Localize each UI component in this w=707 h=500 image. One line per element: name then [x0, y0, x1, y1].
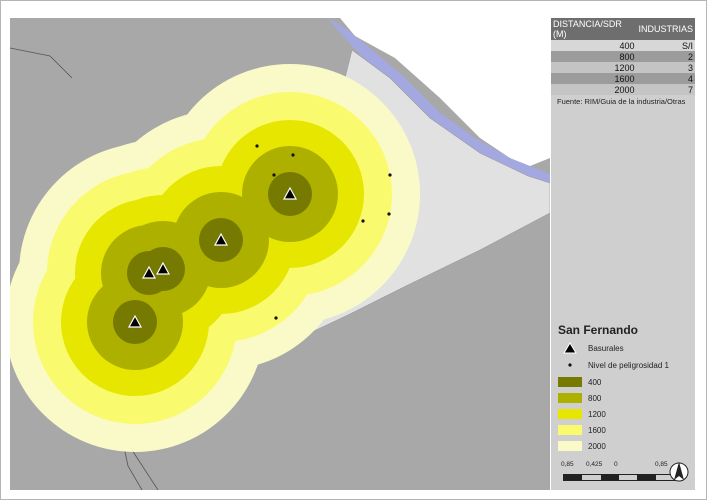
- map-canvas[interactable]: [10, 18, 550, 490]
- legend-item-800: 800: [558, 391, 601, 405]
- table-row: 800 2: [551, 51, 695, 62]
- scale-label: 0,85: [561, 461, 574, 468]
- legend-swatch: [558, 409, 582, 419]
- dot-icon[interactable]: [387, 212, 391, 216]
- table-row: 2000 7: [551, 84, 695, 95]
- legend-label: Basurales: [588, 343, 624, 353]
- legend-label: Nivel de peligrosidad 1: [588, 360, 669, 370]
- table-row: 400 S/I: [551, 40, 695, 51]
- legend-item-1600: 1600: [558, 423, 606, 437]
- scale-bar: [563, 474, 675, 481]
- dot-icon[interactable]: [361, 219, 365, 223]
- triangle-icon: [558, 342, 582, 354]
- table-row: 1600 4: [551, 73, 695, 84]
- scale-label: 0: [614, 461, 618, 468]
- legend-label: 1600: [588, 425, 606, 435]
- table-row: 1200 3: [551, 62, 695, 73]
- legend-swatch: [558, 377, 582, 387]
- legend-label: 400: [588, 377, 602, 387]
- dot-icon: [558, 362, 582, 368]
- legend-label: 800: [588, 393, 602, 403]
- legend-panel: DISTANCIA/SDR (M) INDUSTRIAS 400 S/I 800 2…: [551, 18, 695, 490]
- legend-swatch: [558, 425, 582, 435]
- dot-icon[interactable]: [274, 316, 278, 320]
- map-svg: [10, 18, 550, 490]
- legend-swatch: [558, 441, 582, 451]
- dot-icon[interactable]: [272, 173, 276, 177]
- scale-label: 0,85: [655, 461, 668, 468]
- source-note: Fuente: RIM/Guia de la industria/Otras: [557, 97, 686, 106]
- table-header-industries: INDUSTRIAS: [636, 18, 695, 40]
- legend-swatch: [558, 393, 582, 403]
- legend-title: San Fernando: [558, 323, 639, 337]
- legend-label: 2000: [588, 441, 606, 451]
- dot-icon[interactable]: [255, 144, 259, 148]
- legend-label: 1200: [588, 409, 606, 419]
- north-arrow-icon: [669, 460, 689, 489]
- legend-item-hazard: Nivel de peligrosidad 1: [558, 358, 669, 372]
- dot-icon[interactable]: [388, 173, 392, 177]
- table-header-distance: DISTANCIA/SDR (M): [551, 18, 637, 40]
- industry-table: DISTANCIA/SDR (M) INDUSTRIAS 400 S/I 800 2…: [551, 18, 695, 95]
- legend-item-dumps: Basurales: [558, 341, 624, 355]
- legend-item-400: 400: [558, 375, 601, 389]
- scale-label: 0,425: [586, 461, 603, 468]
- legend-item-2000: 2000: [558, 439, 606, 453]
- legend-item-1200: 1200: [558, 407, 606, 421]
- dot-icon[interactable]: [291, 153, 295, 157]
